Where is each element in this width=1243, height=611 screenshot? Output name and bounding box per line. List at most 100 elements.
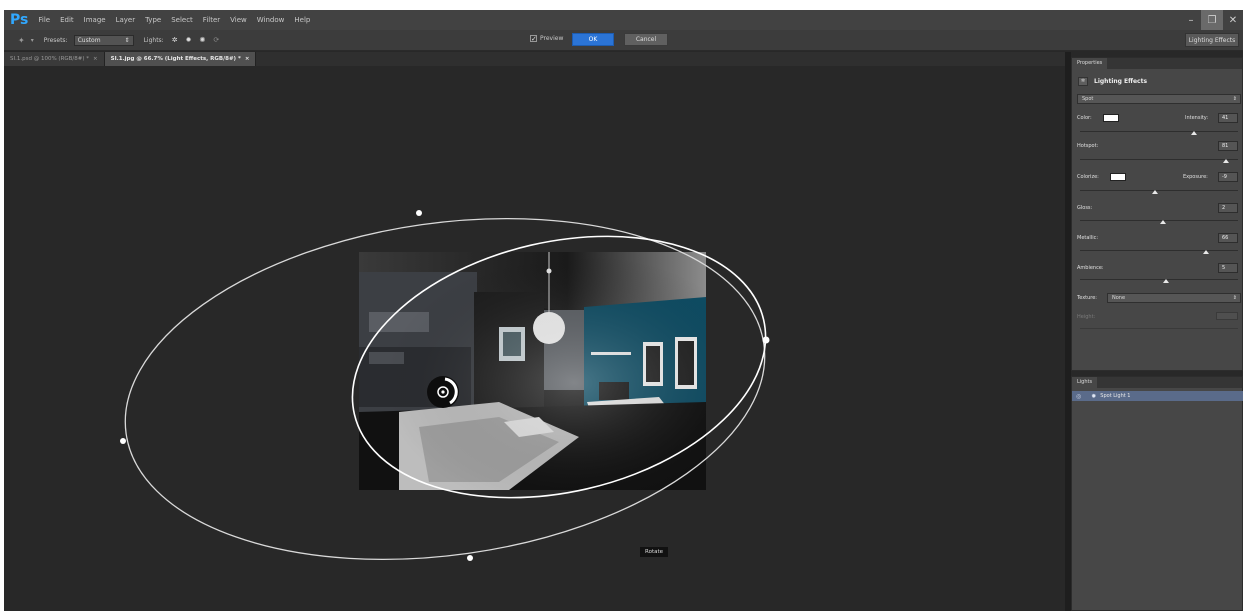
lighting-tool-icon[interactable]: ✦ (18, 36, 25, 45)
falloff-handle-right[interactable] (762, 336, 770, 344)
cancel-button[interactable]: Cancel (624, 33, 668, 46)
gloss-slider-track[interactable] (1080, 220, 1238, 221)
colorize-swatch[interactable] (1110, 173, 1126, 181)
gloss-label: Gloss: (1077, 205, 1093, 211)
lights-tabbar (1072, 377, 1242, 388)
color-swatch[interactable] (1103, 114, 1119, 122)
exposure-label: Exposure: (1183, 174, 1208, 180)
spot-light-icon: ✹ (1091, 392, 1097, 400)
spot-hotspot-ring[interactable] (326, 198, 791, 536)
gloss-slider-thumb[interactable] (1160, 220, 1166, 224)
metallic-slider-track[interactable] (1080, 250, 1238, 251)
falloff-handle-bottom[interactable] (467, 555, 473, 561)
intensity-slider-thumb[interactable] (1191, 131, 1197, 135)
menu-type[interactable]: Type (145, 16, 161, 24)
menu-layer[interactable]: Layer (116, 16, 136, 24)
hotspot-label: Hotspot: (1077, 143, 1099, 149)
menu-help[interactable]: Help (294, 16, 310, 24)
options-bar: ✦ ▾ Presets: Custom ⇕ Lights: ✲ ✹ ✺ ⟳ ✓ … (4, 30, 1243, 51)
tab-lights[interactable]: Lights (1072, 377, 1098, 388)
ps-logo: Ps (10, 12, 29, 28)
visibility-eye-icon[interactable]: ◎ (1076, 393, 1081, 400)
chevron-down-icon: ⇕ (124, 36, 130, 44)
falloff-handle-left[interactable] (120, 438, 126, 444)
canvas-area[interactable]: Rotate (4, 66, 1065, 611)
hotspot-slider-thumb[interactable] (1223, 159, 1229, 163)
falloff-handle-top[interactable] (416, 210, 422, 216)
hotspot-field[interactable]: 81 (1218, 141, 1238, 151)
menu-bar: Ps File Edit Image Layer Type Select Fil… (4, 10, 1243, 30)
light-center-dot (441, 390, 445, 394)
hotspot-handle[interactable] (546, 268, 552, 274)
ambience-label: Ambience: (1077, 265, 1104, 271)
presets-select[interactable]: Custom ⇕ (73, 34, 134, 46)
tab-jpg-document[interactable]: SI.1.jpg @ 66.7% (Light Effects, RGB/8#)… (104, 52, 257, 66)
tab-label: SI.1.psd @ 100% (RGB/8#) * (10, 56, 90, 62)
hotspot-slider-track[interactable] (1080, 159, 1238, 160)
height-label: Height: (1077, 314, 1096, 320)
spot-light-icon[interactable]: ✹ (186, 36, 192, 44)
tab-properties[interactable]: Properties (1072, 58, 1108, 69)
intensity-field[interactable]: 41 (1218, 113, 1238, 123)
close-icon[interactable]: × (245, 56, 250, 62)
exposure-slider-track[interactable] (1080, 190, 1238, 191)
lights-label: Lights: (143, 36, 164, 44)
gloss-field[interactable]: 2 (1218, 203, 1238, 213)
minimize-button[interactable]: – (1181, 10, 1201, 30)
lighting-effects-icon: ✲ (1078, 77, 1088, 86)
metallic-slider-thumb[interactable] (1203, 250, 1209, 254)
tool-dropdown-icon[interactable]: ▾ (31, 37, 34, 44)
exposure-field[interactable]: -9 (1218, 172, 1238, 182)
restore-button[interactable]: ❐ (1201, 10, 1223, 30)
light-name: Spot Light 1 (1100, 393, 1131, 399)
ok-button[interactable]: OK (572, 33, 614, 46)
properties-header: ✲ Lighting Effects (1078, 77, 1147, 86)
tab-psd-document[interactable]: SI.1.psd @ 100% (RGB/8#) * × (4, 52, 105, 66)
rotate-tooltip: Rotate (640, 547, 669, 557)
properties-panel: Properties ✲ Lighting Effects Spot ⇕ Col… (1071, 57, 1243, 371)
menu-edit[interactable]: Edit (60, 16, 74, 24)
texture-label: Texture: (1077, 295, 1097, 301)
colorize-label: Colorize: (1077, 174, 1099, 180)
close-button[interactable]: ✕ (1223, 10, 1243, 30)
menu-window[interactable]: Window (257, 16, 285, 24)
point-light-icon[interactable]: ✲ (172, 36, 178, 44)
reset-light-icon[interactable]: ⟳ (213, 36, 219, 44)
menu-image[interactable]: Image (84, 16, 106, 24)
preview-label: Preview (540, 35, 564, 42)
height-slider-track[interactable] (1080, 328, 1238, 329)
close-icon[interactable]: × (93, 56, 98, 62)
menu-filter[interactable]: Filter (203, 16, 220, 24)
photoshop-window: Ps File Edit Image Layer Type Select Fil… (4, 10, 1243, 611)
preview-toggle[interactable]: ✓ Preview (530, 35, 564, 43)
intensity-slider-track[interactable] (1080, 131, 1238, 132)
height-field[interactable] (1216, 312, 1238, 320)
texture-select[interactable]: None ⇕ (1107, 293, 1241, 303)
infinite-light-icon[interactable]: ✺ (199, 36, 205, 44)
menu-file[interactable]: File (38, 16, 50, 24)
metallic-field[interactable]: 66 (1218, 233, 1238, 243)
workspace-button[interactable]: Lighting Effects (1185, 33, 1239, 47)
intensity-label: Intensity: (1185, 115, 1209, 121)
tab-label: SI.1.jpg @ 66.7% (Light Effects, RGB/8#)… (110, 56, 241, 62)
light-gizmo[interactable] (4, 66, 1065, 611)
window-controls: – ❐ ✕ (1181, 10, 1243, 30)
properties-title: Lighting Effects (1094, 78, 1148, 85)
light-type-value: Spot (1082, 96, 1094, 102)
lights-panel: Lights ◎ ✹ Spot Light 1 (1071, 376, 1243, 611)
ambience-slider-track[interactable] (1080, 279, 1238, 280)
light-list-item[interactable]: ◎ ✹ Spot Light 1 (1072, 391, 1243, 401)
menu-select[interactable]: Select (171, 16, 193, 24)
ambience-slider-thumb[interactable] (1163, 279, 1169, 283)
exposure-slider-thumb[interactable] (1152, 190, 1158, 194)
preview-checkbox[interactable]: ✓ (530, 35, 537, 43)
presets-label: Presets: (43, 36, 68, 44)
ambience-field[interactable]: 5 (1218, 263, 1238, 273)
chevron-down-icon: ⇕ (1232, 96, 1237, 102)
presets-value: Custom (77, 36, 101, 44)
texture-value: None (1112, 295, 1126, 301)
document-tabs: SI.1.psd @ 100% (RGB/8#) * × SI.1.jpg @ … (4, 52, 1068, 66)
menu-view[interactable]: View (230, 16, 247, 24)
metallic-label: Metallic: (1077, 235, 1099, 241)
light-type-select[interactable]: Spot ⇕ (1077, 94, 1241, 104)
